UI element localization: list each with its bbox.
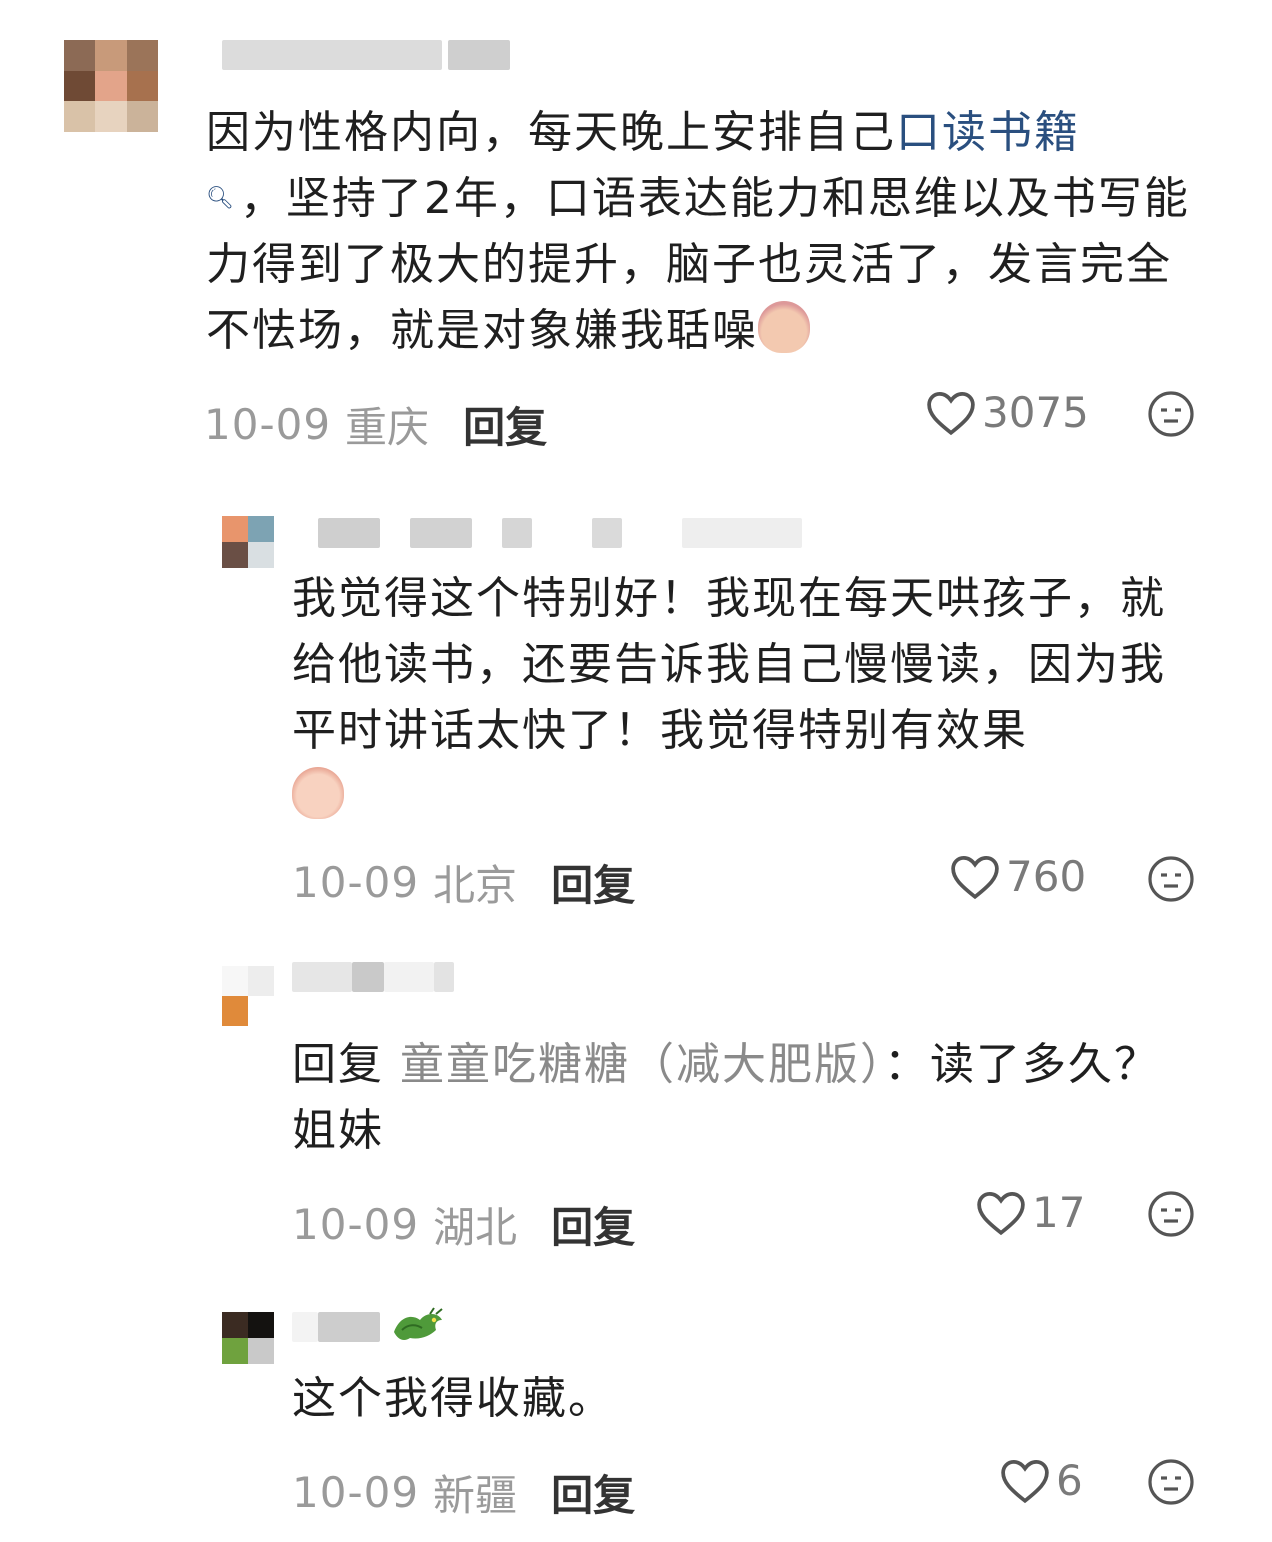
comment-text: 我觉得这个特别好！我现在每天哄孩子，就给他读书，还要告诉我自己慢慢读，因为我平时… xyxy=(292,566,1192,830)
reply-button[interactable]: 回复 xyxy=(551,1194,635,1255)
crying-laughing-emoji xyxy=(292,767,344,819)
reply-button[interactable]: 回复 xyxy=(551,852,635,913)
potato-smirk-emoji xyxy=(758,301,810,353)
avatar[interactable] xyxy=(222,516,274,568)
username-blurred[interactable] xyxy=(318,518,802,548)
dislike-face-icon[interactable] xyxy=(1147,855,1195,903)
comment-meta: 10-09 重庆 回复 xyxy=(204,394,547,455)
like-count: 3075 xyxy=(982,388,1089,437)
comment-date: 10-09 xyxy=(292,1468,420,1517)
dislike-face-icon[interactable] xyxy=(1147,1190,1195,1238)
username-blurred[interactable] xyxy=(292,962,454,992)
comment-date: 10-09 xyxy=(292,1200,420,1249)
comment-location: 新疆 xyxy=(433,1471,518,1520)
like-button[interactable]: 760 xyxy=(950,852,1086,901)
avatar[interactable] xyxy=(222,966,274,1026)
like-button[interactable]: 17 xyxy=(976,1188,1085,1237)
comment-text: 回复 童童吃糖糖（减大肥版）：读了多久？姐妹 xyxy=(292,1039,1160,1156)
like-count: 17 xyxy=(1032,1188,1086,1237)
like-button[interactable]: 3075 xyxy=(926,388,1089,437)
comment-location: 重庆 xyxy=(345,403,430,452)
comment-meta: 10-09 北京 回复 xyxy=(292,852,635,913)
comment-meta: 10-09 新疆 回复 xyxy=(292,1462,635,1523)
heart-icon xyxy=(927,391,975,435)
dislike-face-icon[interactable] xyxy=(1147,390,1195,438)
avatar[interactable] xyxy=(222,1312,274,1364)
username-blurred[interactable] xyxy=(222,40,510,70)
comment-date: 10-09 xyxy=(292,858,420,907)
avatar[interactable] xyxy=(64,40,158,132)
like-button[interactable]: 6 xyxy=(1000,1456,1083,1505)
reply-prefix: 回复 xyxy=(292,1039,384,1090)
comment-date: 10-09 xyxy=(204,400,332,449)
search-icon[interactable]: 🔍︎ xyxy=(206,166,236,232)
username-blurred[interactable] xyxy=(292,1312,380,1342)
heart-icon xyxy=(977,1191,1025,1235)
heart-icon xyxy=(1001,1459,1049,1503)
dislike-face-icon[interactable] xyxy=(1147,1458,1195,1506)
comment-location: 湖北 xyxy=(433,1203,518,1252)
comment-1: 因为性格内向，每天晚上安排自己口读书籍 🔍︎，坚持了2年，口语表达能力和思维以及书… xyxy=(0,0,1272,460)
comment-meta: 10-09 湖北 回复 xyxy=(292,1194,635,1255)
heart-icon xyxy=(951,855,999,899)
comment-text: 因为性格内向，每天晚上安排自己口读书籍 🔍︎，坚持了2年，口语表达能力和思维以及书… xyxy=(206,107,1190,356)
comment-text: 这个我得收藏。 xyxy=(292,1373,614,1424)
comment-location: 北京 xyxy=(433,861,518,910)
dragon-icon xyxy=(394,1307,443,1340)
reply-button[interactable]: 回复 xyxy=(463,394,547,455)
like-count: 760 xyxy=(1006,852,1087,901)
reply-button[interactable]: 回复 xyxy=(551,1462,635,1523)
reply-target-username[interactable]: 童童吃糖糖（减大肥版） xyxy=(400,1039,884,1090)
like-count: 6 xyxy=(1056,1456,1083,1505)
